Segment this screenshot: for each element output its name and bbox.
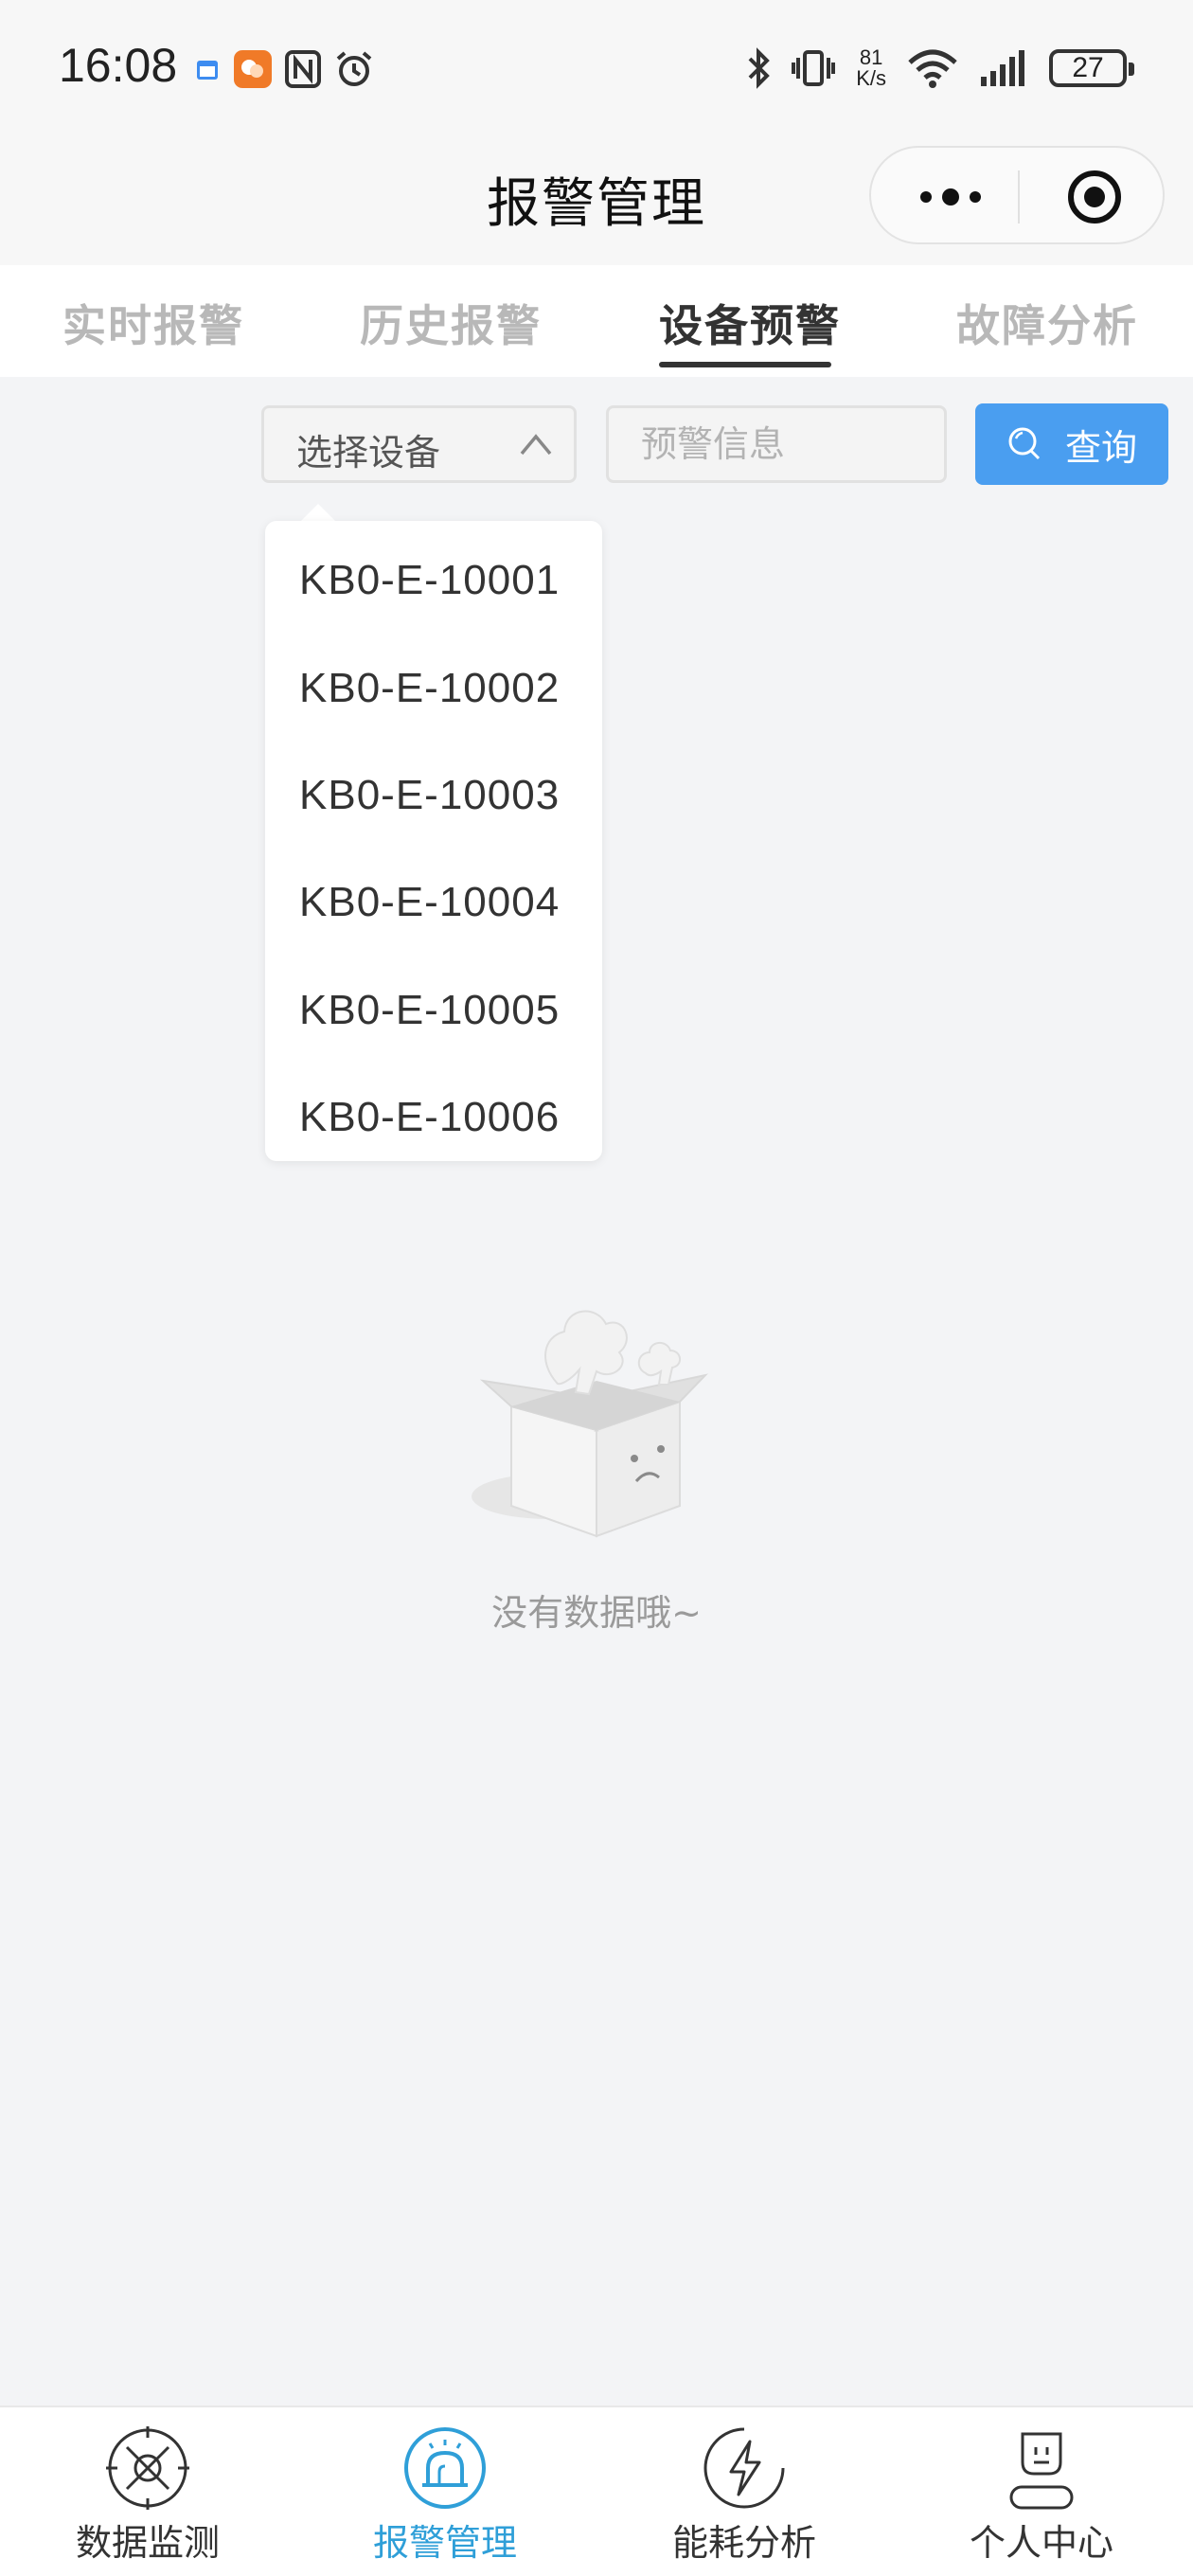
tab-fault-analysis[interactable]: 故障分析 [956, 292, 1138, 354]
search-icon [1008, 427, 1041, 460]
bottom-nav-label: 报警管理 [372, 2522, 517, 2564]
device-select[interactable]: 选择设备 [261, 405, 577, 483]
monitor-icon [106, 2426, 189, 2510]
bluetooth-icon [748, 47, 771, 89]
device-option[interactable]: KB0-E-10001 [299, 557, 560, 604]
bottom-nav-personal-center[interactable]: 个人中心 [928, 2424, 1155, 2566]
tab-realtime-alarm[interactable]: 实时报警 [62, 292, 244, 354]
wifi-icon [908, 49, 957, 88]
device-dropdown: KB0-E-10001 KB0-E-10002 KB0-E-10003 KB0-… [265, 521, 602, 1161]
empty-box-illustration [472, 1310, 708, 1538]
network-speed-value: 81 [859, 45, 883, 69]
capsule-divider [1018, 170, 1020, 224]
tab-history-alarm[interactable]: 历史报警 [360, 292, 542, 354]
more-icon[interactable] [913, 176, 988, 218]
status-notification-icons [194, 47, 374, 91]
calendar-icon [197, 61, 218, 80]
bottom-nav: 数据监测 报警管理 能耗分析 个人中心 [0, 2406, 1193, 2576]
bottom-nav-label: 数据监测 [75, 2522, 220, 2564]
tab-device-warning[interactable]: 设备预警 [659, 292, 841, 354]
bottom-nav-label: 个人中心 [969, 2522, 1113, 2564]
battery-icon: 27 [1049, 49, 1134, 87]
tab-bar: 实时报警 历史报警 设备预警 故障分析 [0, 265, 1193, 377]
device-option[interactable]: KB0-E-10006 [299, 1094, 560, 1141]
alarm-icon [404, 2427, 486, 2509]
query-button-label: 查询 [1064, 426, 1137, 469]
empty-state-text: 没有数据哦~ [491, 1592, 702, 1634]
bottom-nav-energy-analysis[interactable]: 能耗分析 [631, 2424, 858, 2566]
vibrate-icon [792, 50, 836, 86]
network-speed-unit: K/s [856, 66, 886, 90]
bottom-nav-alarm-manage[interactable]: 报警管理 [331, 2424, 559, 2566]
close-miniprogram-icon[interactable] [1066, 169, 1123, 225]
query-button[interactable]: 查询 [975, 403, 1168, 485]
warning-info-input[interactable] [606, 405, 947, 483]
active-tab-indicator [659, 362, 831, 367]
network-speed: 81 K/s [856, 47, 886, 89]
status-system-icons: 81 K/s 27 [746, 42, 1134, 95]
signal-icon [981, 50, 1024, 86]
bottom-nav-label: 能耗分析 [671, 2522, 816, 2564]
user-icon [1009, 2432, 1074, 2510]
dropdown-caret [301, 504, 335, 521]
device-option[interactable]: KB0-E-10005 [299, 987, 560, 1034]
energy-icon [703, 2427, 785, 2509]
chat-app-icon [234, 50, 272, 88]
bottom-nav-data-monitor[interactable]: 数据监测 [34, 2424, 261, 2566]
device-option[interactable]: KB0-E-10004 [299, 879, 560, 926]
device-select-label: 选择设备 [296, 432, 441, 474]
status-time: 16:08 [59, 39, 178, 92]
alarm-clock-icon [336, 51, 372, 86]
device-option[interactable]: KB0-E-10002 [299, 665, 560, 712]
miniprogram-capsule [869, 146, 1165, 244]
nav-bar: 报警管理 [0, 133, 1193, 265]
nfc-icon [285, 50, 321, 88]
chevron-up-icon [520, 434, 552, 456]
status-bar: 16:08 81 K/s 27 [0, 0, 1193, 133]
battery-level: 27 [1072, 52, 1104, 83]
device-option[interactable]: KB0-E-10003 [299, 772, 560, 819]
